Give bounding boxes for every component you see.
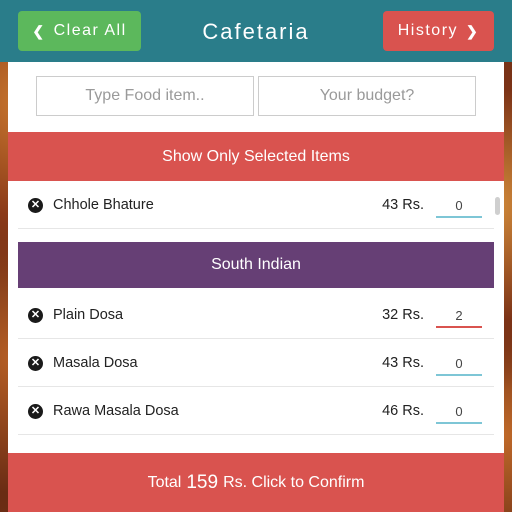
- app-container: ❮ Clear All Cafetaria History ❯ Show Onl…: [0, 0, 512, 512]
- item-price: 46 Rs.: [382, 403, 424, 419]
- food-item-input[interactable]: [36, 76, 254, 116]
- confirm-total-button[interactable]: Total 159 Rs. Click to Confirm: [8, 453, 504, 512]
- item-price: 32 Rs.: [382, 307, 424, 323]
- scrollbar[interactable]: [495, 197, 500, 215]
- show-selected-button[interactable]: Show Only Selected Items: [8, 132, 504, 181]
- total-amount: 159: [186, 471, 219, 493]
- history-button[interactable]: History ❯: [383, 11, 494, 51]
- budget-input[interactable]: [258, 76, 476, 116]
- list-item: ✕ Plain Dosa 32 Rs.: [18, 291, 494, 339]
- item-name: Rawa Masala Dosa: [53, 403, 179, 419]
- quantity-input[interactable]: [436, 352, 482, 376]
- quantity-input[interactable]: [436, 194, 482, 218]
- remove-icon[interactable]: ✕: [28, 404, 43, 419]
- chevron-right-icon: ❯: [466, 22, 480, 39]
- remove-icon[interactable]: ✕: [28, 308, 43, 323]
- category-header: South Indian: [18, 242, 494, 288]
- search-row: [8, 62, 504, 132]
- list-item: ✕ Rawa Masala Dosa 46 Rs.: [18, 387, 494, 435]
- quantity-input[interactable]: [436, 400, 482, 424]
- item-name: Plain Dosa: [53, 307, 124, 323]
- remove-icon[interactable]: ✕: [28, 356, 43, 371]
- item-name: Chhole Bhature: [53, 197, 154, 213]
- menu-list[interactable]: ✕ Chhole Bhature 43 Rs. South Indian ✕ P…: [8, 181, 504, 453]
- remove-icon[interactable]: ✕: [28, 198, 43, 213]
- item-price: 43 Rs.: [382, 355, 424, 371]
- list-item: ✕ Masala Dosa 43 Rs.: [18, 339, 494, 387]
- history-label: History: [397, 22, 459, 39]
- total-suffix: Rs. Click to Confirm: [223, 473, 365, 491]
- header-bar: ❮ Clear All Cafetaria History ❯: [0, 0, 512, 62]
- quantity-input[interactable]: [436, 304, 482, 328]
- total-prefix: Total: [147, 473, 182, 491]
- item-price: 43 Rs.: [382, 197, 424, 213]
- list-item: ✕ Chhole Bhature 43 Rs.: [18, 181, 494, 229]
- item-name: Masala Dosa: [53, 355, 138, 371]
